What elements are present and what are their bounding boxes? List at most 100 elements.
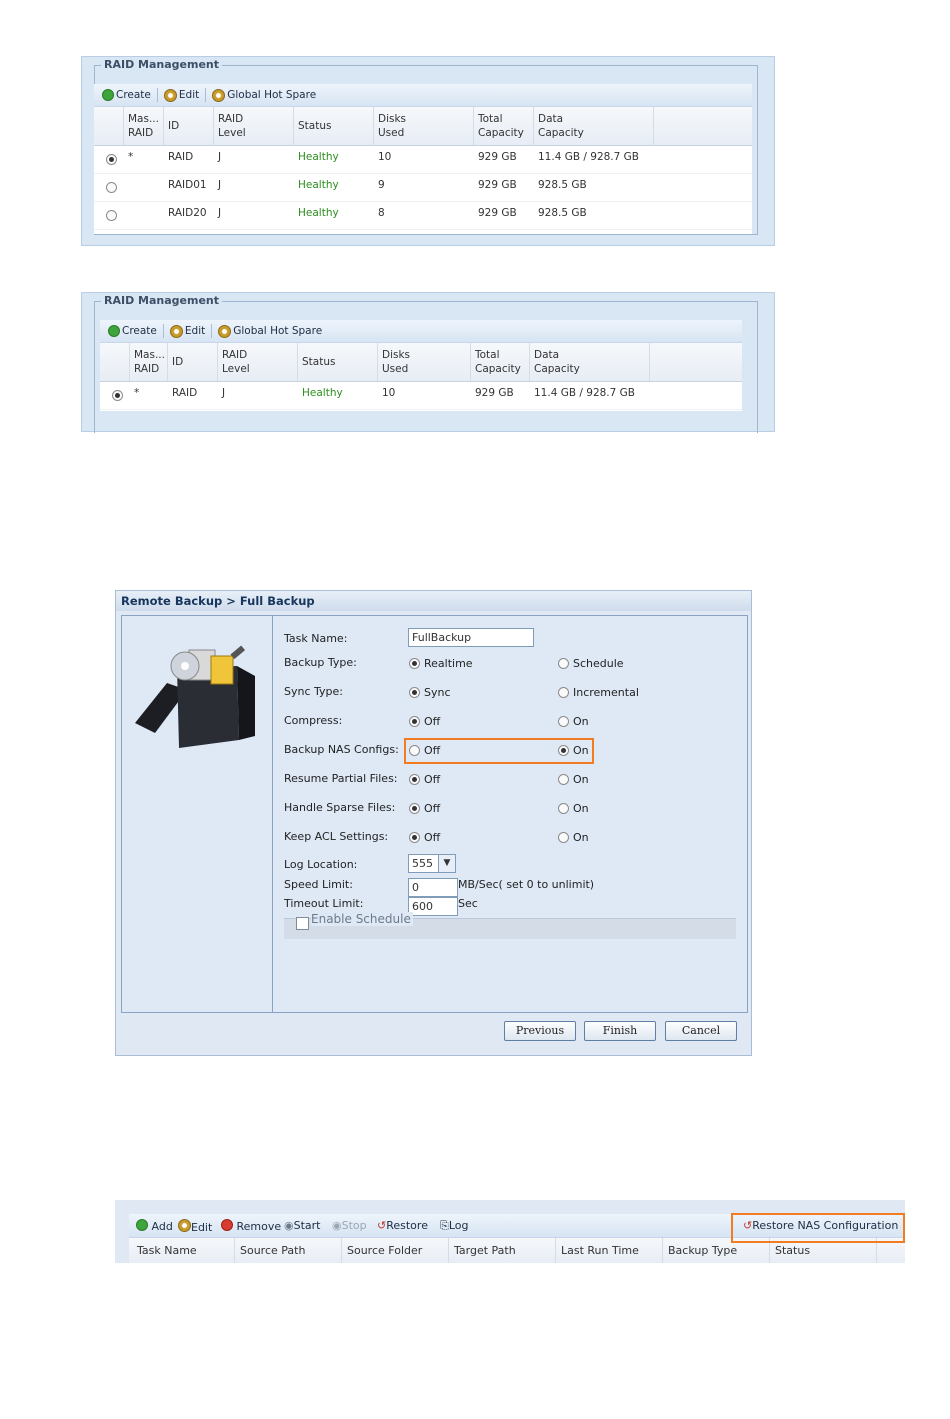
table-row[interactable]: * RAID J Healthy 10 929 GB 11.4 GB / 928.7 GB: [100, 381, 742, 410]
global-hot-spare-button[interactable]: Global Hot Spare: [208, 88, 320, 102]
row-radio[interactable]: [106, 182, 117, 193]
option-radio-2[interactable]: [558, 658, 569, 669]
log-location-select[interactable]: 555 ▼: [408, 854, 456, 873]
header-label: Status: [298, 120, 332, 132]
col-select: [100, 343, 130, 381]
chevron-down-icon[interactable]: ▼: [438, 855, 455, 872]
cell-total: 929 GB: [478, 151, 517, 163]
edit-button[interactable]: Edit: [160, 88, 203, 102]
log-location-label: Log Location:: [284, 858, 358, 871]
option-radio-2[interactable]: [558, 716, 569, 727]
timeout-limit-input[interactable]: 600: [408, 897, 458, 916]
cell-id: RAID: [172, 387, 198, 399]
col-raid-level[interactable]: RAID Level: [218, 343, 298, 381]
cell-data: 11.4 GB / 928.7 GB: [538, 151, 640, 163]
finish-button[interactable]: Finish: [584, 1021, 656, 1041]
edit-icon: [163, 88, 177, 102]
global-hot-spare-label: Global Hot Spare: [227, 89, 317, 101]
toolbar-divider: [211, 324, 213, 338]
col-status[interactable]: Status: [294, 107, 374, 145]
cell-id: RAID: [168, 151, 194, 163]
col-disks-used[interactable]: Disks Used: [378, 343, 471, 381]
option-label-2: Schedule: [573, 657, 624, 670]
table-row[interactable]: RAID01 J Healthy 9 929 GB 928.5 GB: [94, 173, 752, 202]
log-button[interactable]: ⎘Log: [440, 1219, 468, 1233]
remove-label: Remove: [236, 1220, 282, 1233]
speed-limit-label: Speed Limit:: [284, 878, 353, 891]
cell-level: J: [218, 151, 222, 163]
enable-schedule-checkbox[interactable]: [296, 917, 309, 930]
table-row[interactable]: RAID20 J Healthy 8 929 GB 928.5 GB: [94, 201, 752, 230]
add-icon: [136, 1219, 148, 1231]
speed-limit-input[interactable]: 0: [408, 878, 458, 897]
col-data-capacity[interactable]: Data Capacity: [530, 343, 650, 381]
option-radio-1[interactable]: [409, 832, 420, 843]
edit-button[interactable]: Edit: [166, 324, 209, 338]
remove-button[interactable]: Remove: [221, 1219, 281, 1233]
header-label: Data: [534, 349, 560, 361]
stop-button[interactable]: ◉Stop: [332, 1219, 367, 1232]
col-data-capacity[interactable]: Data Capacity: [534, 107, 654, 145]
header-label: ID: [168, 120, 180, 132]
cell-status: Healthy: [302, 387, 343, 399]
restore-button[interactable]: ↺Restore: [377, 1219, 428, 1232]
row-radio[interactable]: [112, 390, 123, 401]
hot-spare-icon: [212, 88, 226, 102]
option-radio-2[interactable]: [558, 803, 569, 814]
task-name-input[interactable]: FullBackup: [408, 628, 534, 647]
col-source-folder[interactable]: Source Folder: [342, 1238, 449, 1263]
col-disks-used[interactable]: Disks Used: [374, 107, 474, 145]
option-label-1: Off: [424, 715, 441, 728]
col-master-raid[interactable]: Mas... RAID: [124, 107, 164, 145]
col-task-name[interactable]: Task Name: [129, 1238, 235, 1263]
col-id[interactable]: ID: [168, 343, 218, 381]
option-radio-2[interactable]: [558, 774, 569, 785]
cell-total: 929 GB: [478, 179, 517, 191]
cancel-button[interactable]: Cancel: [665, 1021, 737, 1041]
raid-table-header: Mas... RAID ID RAID Level Status Disks Used Tota…: [94, 107, 752, 146]
header-label: Mas...: [128, 113, 159, 125]
row-radio[interactable]: [106, 154, 117, 165]
col-source-path[interactable]: Source Path: [235, 1238, 342, 1263]
edit-icon: [178, 1219, 191, 1232]
option-label-2: On: [573, 773, 589, 786]
option-radio-2[interactable]: [558, 832, 569, 843]
col-last-run-time[interactable]: Last Run Time: [556, 1238, 663, 1263]
col-target-path[interactable]: Target Path: [449, 1238, 556, 1263]
create-button[interactable]: Create: [98, 89, 155, 101]
cell-master: *: [128, 151, 134, 163]
option-radio-1[interactable]: [409, 716, 420, 727]
log-label: Log: [448, 1219, 469, 1232]
raid-table-area: Create Edit Global Hot Spare Mas... RAID I…: [100, 320, 742, 411]
cell-level: J: [218, 207, 222, 219]
previous-button[interactable]: Previous: [504, 1021, 576, 1041]
start-button[interactable]: ◉Start: [284, 1219, 320, 1232]
option-radio-1[interactable]: [409, 687, 420, 698]
task-name-label: Task Name:: [284, 632, 348, 645]
row-radio[interactable]: [106, 210, 117, 221]
raid-table-area: Create Edit Global Hot Spare Mas... RAID I…: [94, 84, 752, 234]
header-label: Disks: [382, 349, 411, 361]
option-radio-1[interactable]: [409, 803, 420, 814]
col-total-capacity[interactable]: Total Capacity: [474, 107, 534, 145]
option-radio-2[interactable]: [558, 687, 569, 698]
col-raid-level[interactable]: RAID Level: [214, 107, 294, 145]
edit-button[interactable]: Edit: [178, 1219, 212, 1234]
cell-data: 928.5 GB: [538, 179, 587, 191]
option-radio-1[interactable]: [409, 774, 420, 785]
cell-id: RAID20: [168, 207, 207, 219]
add-label: Add: [151, 1220, 173, 1233]
col-status[interactable]: Status: [298, 343, 378, 381]
add-button[interactable]: Add: [136, 1219, 173, 1233]
col-total-capacity[interactable]: Total Capacity: [471, 343, 530, 381]
table-row[interactable]: * RAID J Healthy 10 929 GB 11.4 GB / 928.7 GB: [94, 145, 752, 174]
toolbar-divider: [205, 88, 207, 102]
option-radio-1[interactable]: [409, 658, 420, 669]
col-master-raid[interactable]: Mas... RAID: [130, 343, 168, 381]
col-id[interactable]: ID: [164, 107, 214, 145]
header-label: Level: [222, 363, 250, 375]
header-label: Status: [302, 356, 336, 368]
global-hot-spare-button[interactable]: Global Hot Spare: [214, 324, 326, 338]
remote-backup-dialog: Remote Backup > Full Backup Task Name: F…: [115, 590, 752, 1056]
create-button[interactable]: Create: [104, 325, 161, 337]
